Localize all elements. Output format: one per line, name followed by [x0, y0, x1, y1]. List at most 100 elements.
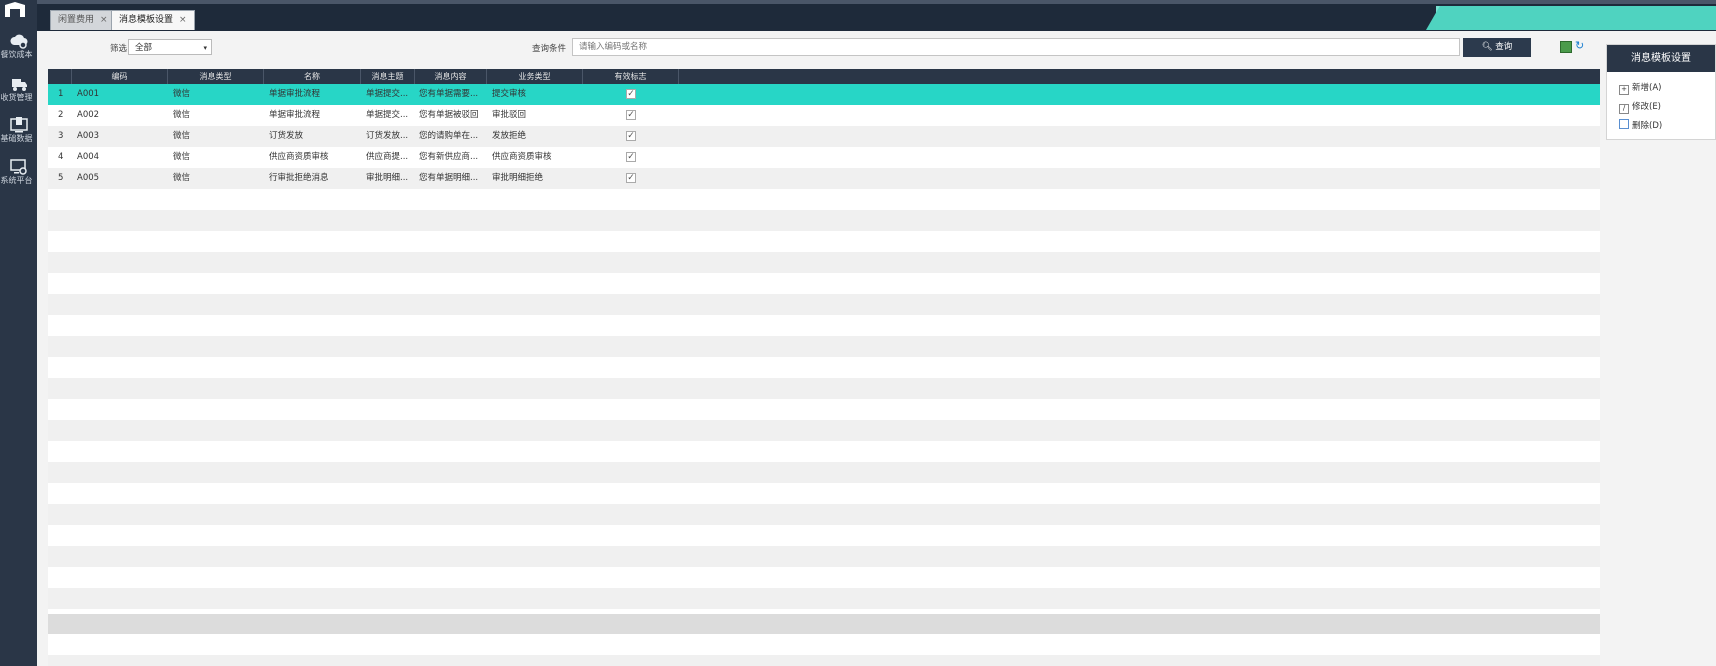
- sidebar-item-basic-data[interactable]: 基础数据: [0, 114, 37, 154]
- delete-button[interactable]: 删除(D): [1619, 119, 1662, 133]
- edit-button[interactable]: / 修改(E): [1619, 100, 1661, 114]
- edit-label: 修改(E): [1632, 102, 1662, 112]
- cell-type: 微信: [173, 89, 191, 99]
- column-header[interactable]: 有效标志: [583, 69, 679, 84]
- tab-label: 消息模板设置: [119, 15, 174, 25]
- valid-checkbox[interactable]: ✓: [626, 110, 636, 120]
- sidebar-item-label: 系统平台: [0, 176, 33, 185]
- cell-subject: 单据提交...: [366, 89, 409, 99]
- valid-checkbox[interactable]: ✓: [626, 152, 636, 162]
- empty-row: [48, 504, 1600, 525]
- cell-name: 订货发放: [269, 131, 304, 141]
- top-strip: [37, 0, 1716, 4]
- empty-row: [48, 273, 1600, 294]
- table-footer-bar: [48, 614, 1600, 634]
- cell-type: 微信: [173, 110, 191, 120]
- close-icon[interactable]: ×: [179, 15, 187, 25]
- empty-row: [48, 189, 1600, 210]
- header-accent-slant: [1426, 6, 1716, 30]
- cell-subject: 审批明细...: [366, 173, 409, 183]
- empty-row: [48, 567, 1600, 588]
- cell-code: A001: [77, 89, 100, 99]
- delete-label: 删除(D): [1632, 121, 1663, 131]
- add-label: 新增(A): [1632, 83, 1662, 93]
- cell-name: 供应商资质审核: [269, 152, 329, 162]
- search-icon: 🔍︎: [1481, 42, 1493, 52]
- empty-row: [48, 399, 1600, 420]
- table-row[interactable]: 2 A002 微信 单据审批流程 单据提交... 您有单据被驳回 审批驳回 ✓: [48, 105, 1600, 126]
- empty-row: [48, 655, 1600, 666]
- search-button[interactable]: 🔍︎ 查询: [1463, 38, 1531, 57]
- cell-code: A004: [77, 152, 100, 162]
- row-index: 3: [58, 131, 64, 141]
- row-index: 1: [58, 89, 64, 99]
- cell-type: 微信: [173, 152, 191, 162]
- search-label: 查询条件: [532, 44, 567, 54]
- empty-row: [48, 315, 1600, 336]
- cell-biz-type: 发放拒绝: [492, 131, 527, 141]
- sidebar-item-label: 基础数据: [0, 134, 33, 143]
- valid-checkbox[interactable]: ✓: [626, 131, 636, 141]
- filter-value: 全部: [135, 43, 153, 53]
- filter-label: 筛选: [110, 44, 128, 54]
- column-header[interactable]: 名称: [264, 69, 361, 84]
- column-header[interactable]: 消息内容: [415, 69, 487, 84]
- panel-title: 消息模板设置: [1607, 45, 1715, 72]
- search-input[interactable]: [572, 38, 1460, 56]
- monitor-data-icon: [9, 117, 28, 133]
- empty-row: [48, 525, 1600, 546]
- table-row[interactable]: 1 A001 微信 单据审批流程 单据提交... 您有单据需要... 提交审核 …: [48, 84, 1600, 105]
- tab-label: 闲置费用: [58, 15, 95, 25]
- table-row[interactable]: 4 A004 微信 供应商资质审核 供应商提... 您有新供应商... 供应商资…: [48, 147, 1600, 168]
- valid-checkbox[interactable]: ✓: [626, 173, 636, 183]
- empty-row: [48, 336, 1600, 357]
- cell-subject: 单据提交...: [366, 110, 409, 120]
- empty-row: [48, 231, 1600, 252]
- column-header[interactable]: 消息主题: [361, 69, 415, 84]
- cell-name: 单据审批流程: [269, 89, 321, 99]
- empty-row: [48, 420, 1600, 441]
- valid-checkbox[interactable]: ✓: [626, 89, 636, 99]
- tab-message-template-settings[interactable]: 消息模板设置 ×: [111, 10, 195, 30]
- cell-content: 您有新供应商...: [419, 152, 479, 162]
- sidebar-item-system-platform[interactable]: 系统平台: [0, 156, 37, 196]
- export-excel-icon[interactable]: [1560, 41, 1572, 53]
- sidebar-item-label: 餐饮成本: [0, 50, 33, 59]
- empty-row: [48, 210, 1600, 231]
- empty-row: [48, 441, 1600, 462]
- cell-code: A005: [77, 173, 100, 183]
- empty-row: [48, 252, 1600, 273]
- tab-idle-costs[interactable]: 闲置费用 ×: [50, 10, 116, 30]
- cell-content: 您有单据需要...: [419, 89, 479, 99]
- cell-code: A002: [77, 110, 100, 120]
- empty-row: [48, 483, 1600, 504]
- row-index: 4: [58, 152, 64, 162]
- cell-name: 单据审批流程: [269, 110, 321, 120]
- column-header[interactable]: 编码: [72, 69, 168, 84]
- empty-row: [48, 546, 1600, 567]
- cell-content: 您有单据明细...: [419, 173, 479, 183]
- row-index: 2: [58, 110, 64, 120]
- table-row[interactable]: 3 A003 微信 订货发放 订货发放... 您的请购单在... 发放拒绝 ✓: [48, 126, 1600, 147]
- sidebar-item-receiving[interactable]: 收货管理: [0, 73, 37, 113]
- close-icon[interactable]: ×: [100, 15, 108, 25]
- add-button[interactable]: + 新增(A): [1619, 81, 1661, 95]
- cell-biz-type: 审批驳回: [492, 110, 527, 120]
- chevron-down-icon: ▾: [203, 44, 207, 52]
- table-row[interactable]: 5 A005 微信 行审批拒绝消息 审批明细... 您有单据明细... 审批明细…: [48, 168, 1600, 189]
- row-index: 5: [58, 173, 64, 183]
- column-header[interactable]: 业务类型: [487, 69, 583, 84]
- search-button-label: 查询: [1495, 42, 1513, 52]
- sidebar-item-catering-cost[interactable]: 餐饮成本: [0, 30, 37, 70]
- refresh-icon[interactable]: ↻: [1575, 39, 1584, 52]
- cell-biz-type: 审批明细拒绝: [492, 173, 544, 183]
- truck-icon: [11, 79, 27, 91]
- cloud-settings-icon: [9, 34, 28, 49]
- empty-row: [48, 588, 1600, 609]
- column-header[interactable]: 消息类型: [168, 69, 264, 84]
- cell-type: 微信: [173, 131, 191, 141]
- empty-row: [48, 634, 1600, 655]
- action-panel: 消息模板设置 + 新增(A) / 修改(E) 删除(D): [1606, 44, 1716, 140]
- filter-select[interactable]: 全部 ▾: [128, 39, 212, 55]
- app-logo-icon: [5, 2, 25, 17]
